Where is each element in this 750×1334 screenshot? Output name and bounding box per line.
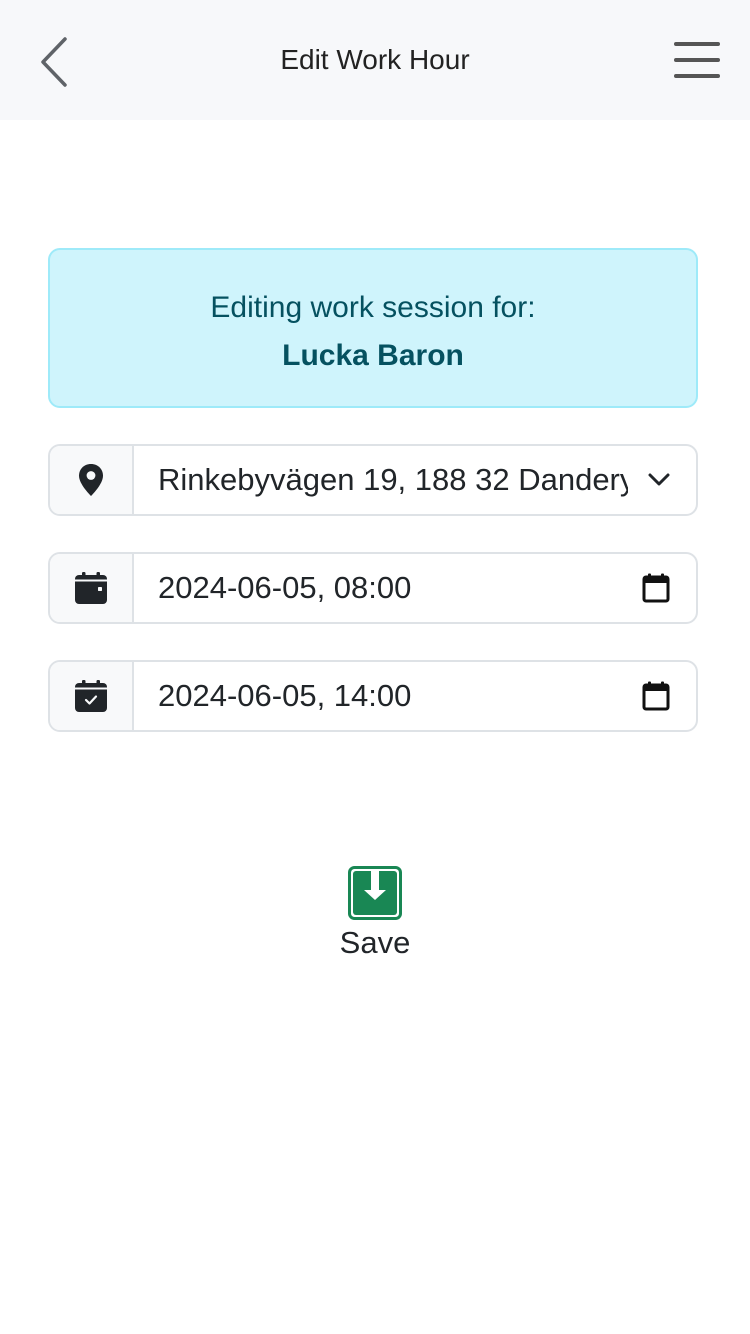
end-datetime-input[interactable]: 2024-06-05, 14:00 — [134, 662, 696, 730]
location-addon — [50, 446, 134, 514]
save-label: Save — [339, 925, 411, 960]
calendar-picker-icon[interactable] — [642, 681, 670, 711]
menu-button[interactable] — [672, 40, 724, 82]
save-button[interactable]: Save — [325, 864, 425, 968]
end-datetime-input-group: 2024-06-05, 14:00 — [48, 660, 698, 732]
hamburger-menu-icon-bar-1 — [674, 42, 720, 46]
employee-name: Lucka Baron — [282, 339, 464, 372]
start-datetime-input[interactable]: 2024-06-05, 08:00 — [134, 554, 696, 622]
start-datetime-input-group: 2024-06-05, 08:00 — [48, 552, 698, 624]
end-datetime-value: 2024-06-05, 14:00 — [158, 678, 412, 713]
end-datetime-addon — [50, 662, 134, 730]
map-pin-icon — [79, 464, 103, 496]
location-value: Rinkebyvägen 19, 188 32 Danderyd — [158, 462, 628, 497]
chevron-down-icon — [648, 473, 670, 487]
start-datetime-value: 2024-06-05, 08:00 — [158, 570, 412, 605]
start-datetime-addon — [50, 554, 134, 622]
calendar-icon — [75, 572, 107, 604]
hamburger-menu-icon-bar-2 — [674, 58, 720, 62]
location-select[interactable]: Rinkebyvägen 19, 188 32 Danderyd — [134, 446, 696, 514]
alert-message: Editing work session for: — [210, 291, 536, 324]
location-input-group: Rinkebyvägen 19, 188 32 Danderyd — [48, 444, 698, 516]
top-navigation-bar: Edit Work Hour — [0, 0, 750, 120]
page-title: Edit Work Hour — [280, 44, 470, 75]
info-alert: Editing work session for: Lucka Baron — [48, 248, 698, 408]
save-download-icon — [348, 866, 402, 920]
calendar-check-icon — [75, 680, 107, 712]
hamburger-menu-icon-bar-3 — [674, 74, 720, 78]
calendar-picker-icon[interactable] — [642, 573, 670, 603]
